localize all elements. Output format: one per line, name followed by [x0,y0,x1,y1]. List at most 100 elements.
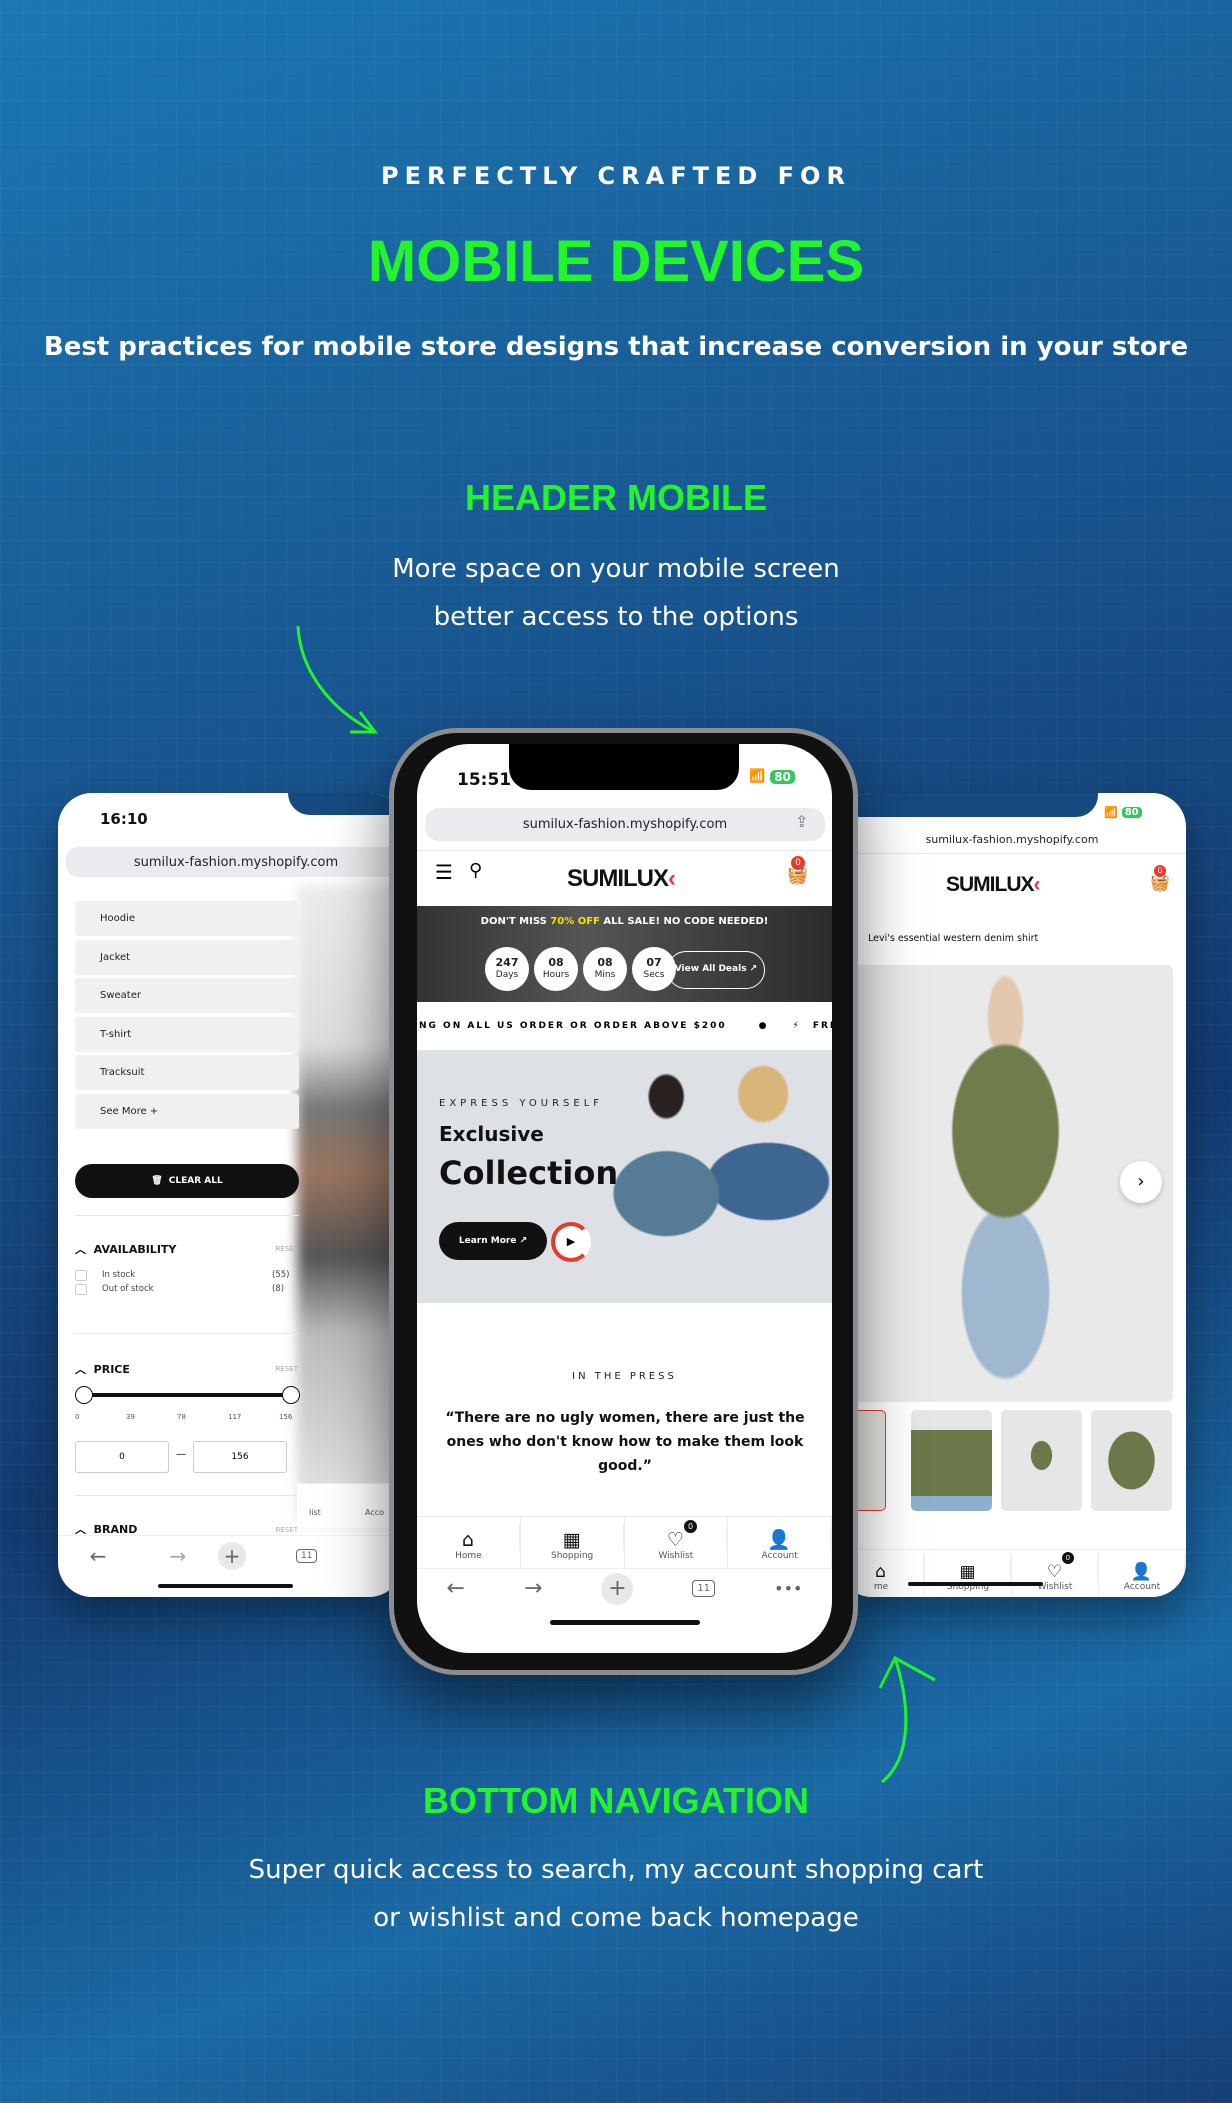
wishlist-badge: 0 [684,1520,698,1533]
arrow-up-icon [878,1655,936,1784]
search-icon[interactable]: ⚲ [469,860,482,881]
category-filter-item[interactable]: Tracksuit [75,1055,299,1090]
new-tab-icon[interactable]: + [218,1541,246,1570]
availability-option-label[interactable]: Out of stock [102,1284,154,1294]
learn-more-button[interactable]: Learn More ↗ [439,1222,547,1260]
bottom-nav-line-2: or wishlist and come back homepage [373,1903,859,1933]
center-phone-home-screen: 15:51 📶 80 sumilux-fashion.myshopify.com … [389,728,858,1675]
tabs-count-icon[interactable]: 11 [692,1580,716,1597]
store-logo[interactable]: SUMILUX‹ [946,873,1041,897]
bottom-nav-shopping[interactable]: ▦ Shopping [521,1517,625,1568]
bottom-nav-item[interactable]: 👤 Account [1099,1550,1186,1597]
cart-icon[interactable]: 🧺 0 [1150,865,1170,892]
category-filter-item[interactable]: See More + [75,1093,299,1129]
battery-indicator: 80 [770,769,795,784]
clear-all-button[interactable]: 🗑 CLEAR ALL [75,1164,299,1198]
cart-icon[interactable]: 🧺 0 [787,856,808,886]
browser-forward-icon[interactable]: → [524,1576,542,1601]
cart-badge: 0 [1154,865,1166,877]
play-video-button[interactable]: ▶ [551,1222,591,1262]
price-tick-label: 39 [126,1413,135,1421]
browser-back-icon[interactable]: ← [58,1544,138,1568]
hero-kicker: EXPRESS YOURSELF [439,1098,604,1109]
hero-banner: EXPRESS YOURSELF Exclusive Collection Le… [417,1050,832,1303]
product-title: Levi's essential western denim shirt [868,933,1039,944]
header-mobile-line-2: better access to the options [433,602,799,632]
url-bar[interactable]: sumilux-fashion.myshopify.com [66,847,403,877]
category-filter-item[interactable]: Sweater [75,978,299,1013]
status-time: 16:10 [100,810,148,828]
url-bar[interactable]: sumilux-fashion.myshopify.com [425,808,825,841]
user-icon: 👤 [728,1523,831,1551]
countdown-mins: 08 Mins [583,947,627,991]
wishlist-badge: 0 [1061,1552,1074,1564]
thumbnail-2[interactable] [911,1410,992,1511]
bottom-nav-item[interactable]: ♡ 0 Wishlist [1012,1550,1099,1597]
view-all-deals-button[interactable]: View All Deals ↗ [667,951,765,989]
price-slider-track[interactable] [83,1393,288,1397]
availability-option-label[interactable]: In stock [102,1270,135,1280]
brand-reset: RESET [275,1526,298,1534]
bottom-nav-line-1: Super quick access to search, my account… [248,1855,984,1885]
availability-header[interactable]: ︿ AVAILABILITY [75,1241,176,1257]
status-time: 15:51 [457,770,512,790]
kicker: PERFECTLY CRAFTED FOR [381,162,851,190]
promo-text: DON'T MISS 70% OFF ALL SALE! NO CODE NEE… [480,916,769,927]
price-slider-max-handle[interactable] [282,1386,300,1404]
thumbnail-4[interactable] [1091,1410,1172,1511]
bottom-nav-title: BOTTOM NAVIGATION [423,1780,809,1821]
next-image-arrow-icon[interactable]: › [1120,1161,1162,1203]
browser-forward-icon[interactable]: → [138,1544,218,1568]
availability-option-count: (55) [272,1270,290,1280]
category-filter-item[interactable]: Jacket [75,939,299,975]
press-label: IN THE PRESS [572,1371,677,1382]
price-slider-min-handle[interactable] [75,1386,93,1404]
bottom-nav-item[interactable]: ▦ Shopping [925,1550,1012,1597]
right-phone-product-screen: 📶 80 sumilux-fashion.myshopify.com SUMILU… [838,793,1186,1597]
bolt-icon: ⚡ [792,1021,801,1031]
tabs-count-icon[interactable]: 11 [296,1548,318,1563]
countdown-days: 247 Days [485,947,529,991]
price-tick-label: 78 [177,1413,186,1421]
new-tab-icon[interactable]: + [601,1572,634,1605]
promo-banner: DON'T MISS 70% OFF ALL SALE! NO CODE NEE… [417,906,832,1002]
category-filter-item[interactable]: Hoodie [75,901,299,936]
bottom-nav-home[interactable]: ⌂ Home [417,1517,521,1568]
heart-icon: ♡ [625,1523,728,1551]
menu-icon[interactable]: ☰ [435,860,453,884]
more-options-icon[interactable]: ••• [774,1579,802,1598]
arrow-down-icon [296,625,378,734]
bottom-nav-wishlist[interactable]: ♡ 0 Wishlist [625,1517,729,1568]
url-bar[interactable]: sumilux-fashion.myshopify.com [838,833,1186,846]
header-mobile-title: HEADER MOBILE [464,477,767,518]
thumbnail-3[interactable] [1001,1410,1082,1511]
home-indicator [550,1620,700,1625]
category-filter-item[interactable]: T-shirt [75,1016,299,1052]
left-phone-filter-screen: 16:10 sumilux-fashion.myshopify.com Hood… [58,793,403,1597]
price-reset: RESET [275,1365,298,1373]
bottom-nav-account[interactable]: 👤 Account [728,1517,832,1568]
trash-icon: 🗑 [151,1176,163,1186]
availability-checkbox[interactable] [75,1270,87,1281]
wifi-icon: 📶 [1104,806,1118,819]
main-title: MOBILE DEVICES [367,229,865,294]
grid-icon: ▦ [521,1523,624,1551]
availability-option-count: (8) [272,1284,285,1294]
home-indicator [908,1582,1043,1586]
cart-badge: 0 [791,856,805,870]
price-max-input[interactable]: 156 [193,1441,287,1473]
nav-wishlist-partial[interactable]: list [309,1508,321,1517]
price-separator: — [176,1449,186,1460]
availability-checkbox[interactable] [75,1284,87,1295]
price-header[interactable]: ︿ PRICE [75,1361,130,1377]
price-min-input[interactable]: 0 [75,1441,169,1473]
home-indicator [158,1584,293,1588]
browser-back-icon[interactable]: ← [447,1576,465,1601]
availability-reset[interactable]: RESET [276,1245,298,1253]
store-logo[interactable]: SUMILUX‹ [567,865,676,893]
share-icon[interactable]: ⇪ [795,812,808,831]
blurred-product-image [297,885,403,1525]
nav-account-partial[interactable]: Acco [365,1508,384,1517]
hero-line-2: Collection [439,1154,619,1192]
home-icon: ⌂ [417,1523,520,1551]
